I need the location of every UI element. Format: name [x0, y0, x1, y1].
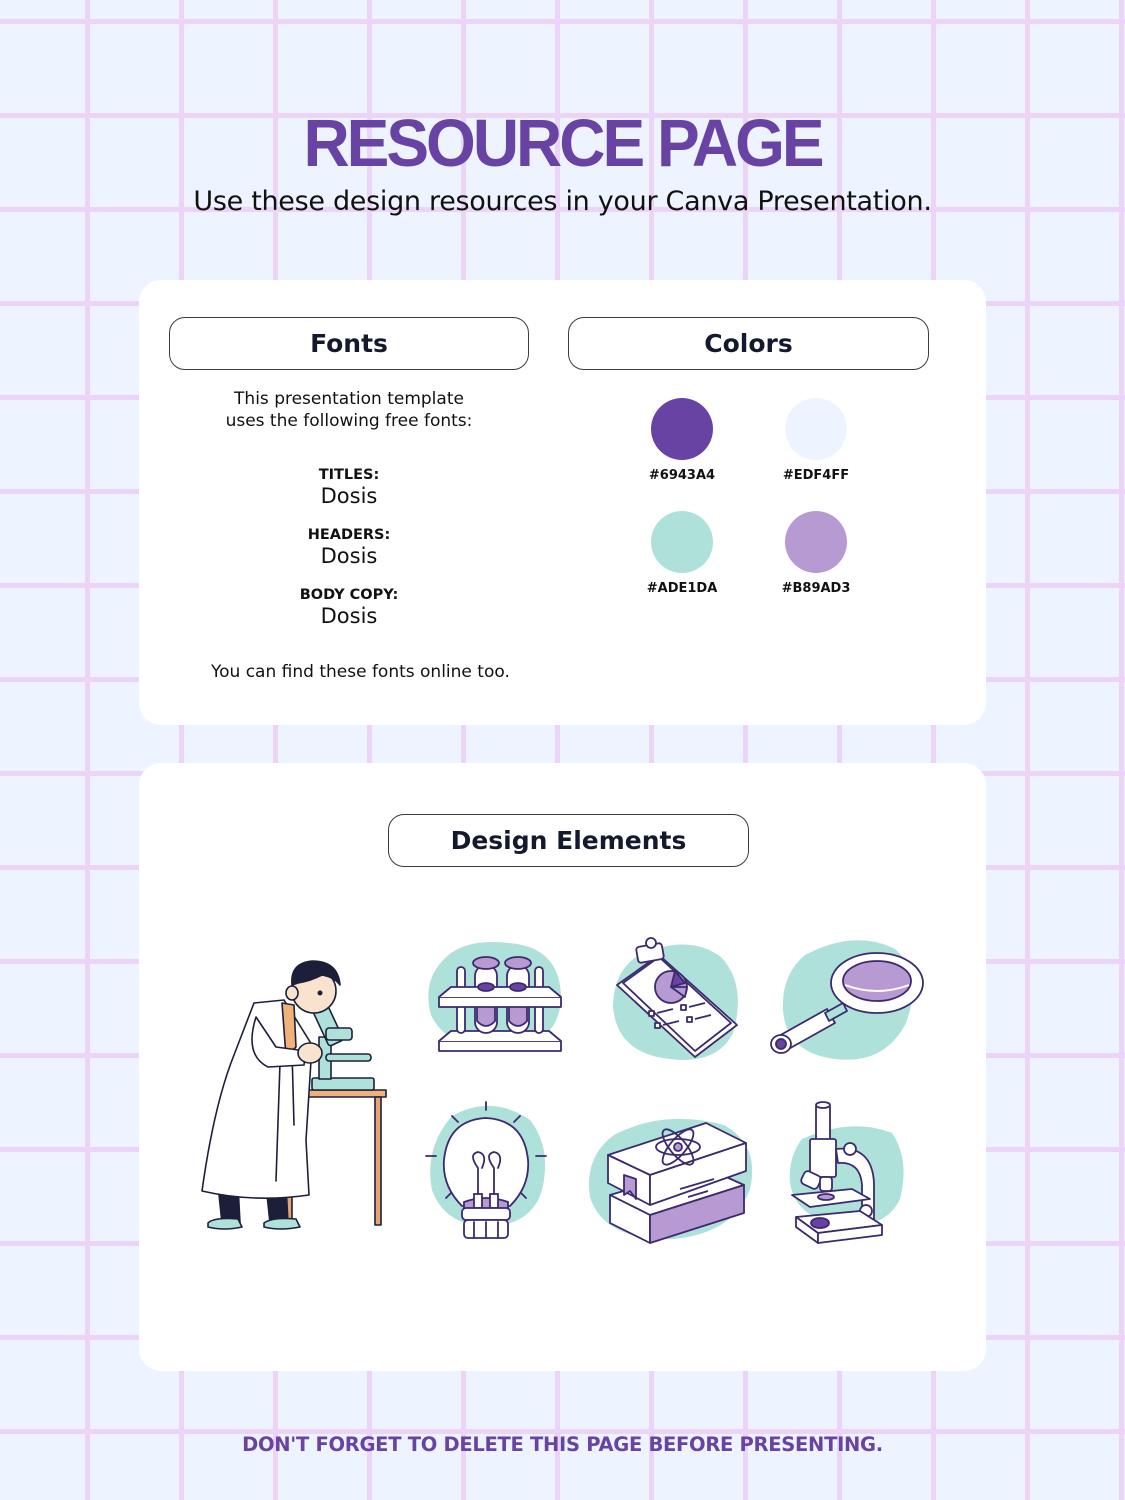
- swatch-dot: [651, 398, 713, 460]
- scientist-illustration: [201, 960, 387, 1230]
- fonts-intro-line2: uses the following free fonts:: [225, 411, 473, 431]
- swatch-dot: [785, 398, 847, 460]
- colors-heading: Colors: [568, 317, 929, 370]
- font-entry-label: HEADERS:: [307, 527, 391, 543]
- font-entry-name: Dosis: [320, 604, 378, 628]
- design-elements-heading: Design Elements: [388, 814, 749, 867]
- microscope-illustration: [789, 1101, 904, 1244]
- fonts-heading: Fonts: [169, 317, 529, 370]
- swatch-dot: [651, 511, 713, 573]
- font-entry-body: BODY COPY: Dosis: [169, 587, 529, 628]
- page-title: RESOURCE PAGE: [303, 105, 824, 181]
- resources-card: Fonts This presentation template uses th…: [139, 280, 986, 725]
- color-swatch: #6943A4: [649, 398, 715, 483]
- design-elements-card: Design Elements: [139, 763, 986, 1371]
- science-books-illustration: [589, 1118, 753, 1244]
- swatch-hex: #ADE1DA: [646, 581, 718, 596]
- font-entry-headers: HEADERS: Dosis: [169, 527, 529, 568]
- font-entry-titles: TITLES: Dosis: [169, 467, 529, 508]
- swatch-hex: #EDF4FF: [782, 468, 850, 483]
- font-entry-name: Dosis: [320, 544, 378, 568]
- font-entry-label: TITLES:: [318, 467, 380, 483]
- light-bulb-illustration: [425, 1101, 547, 1239]
- fonts-note: You can find these fonts online too.: [211, 662, 510, 682]
- swatch-hex: #6943A4: [648, 468, 716, 483]
- swatch-hex: #B89AD3: [781, 581, 851, 596]
- test-tube-rack-illustration: [428, 941, 562, 1052]
- color-swatch: #EDF4FF: [783, 398, 849, 483]
- swatch-dot: [785, 511, 847, 573]
- fonts-intro: This presentation template uses the foll…: [169, 388, 529, 432]
- font-entry-label: BODY COPY:: [299, 587, 399, 603]
- fonts-intro-line1: This presentation template: [234, 389, 464, 409]
- delete-page-warning: DON'T FORGET TO DELETE THIS PAGE BEFORE …: [242, 1433, 883, 1456]
- font-entry-name: Dosis: [320, 484, 378, 508]
- clipboard-illustration: [613, 937, 738, 1060]
- color-swatch: #ADE1DA: [647, 511, 717, 596]
- page-subtitle: Use these design resources in your Canva…: [193, 186, 932, 217]
- magnifying-glass-illustration: [770, 940, 924, 1060]
- color-swatch: #B89AD3: [782, 511, 850, 596]
